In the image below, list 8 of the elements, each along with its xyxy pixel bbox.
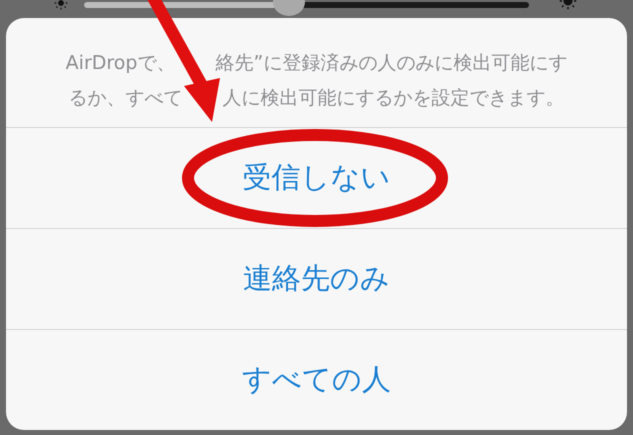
message-text: AirDropで、 (66, 51, 176, 76)
option-button[interactable]: 連絡先のみ (6, 229, 627, 330)
brightness-slider[interactable] (84, 0, 529, 18)
option-button[interactable]: 受信しない (6, 128, 627, 229)
option-button[interactable]: すべての人 (6, 330, 627, 430)
message-text: るか、すべて (68, 86, 182, 111)
message-text: 人に検出可能にするかを設定できます。 (222, 86, 564, 111)
message-text: 絡先”に登録済みの人のみに検出可能にす (215, 51, 568, 76)
